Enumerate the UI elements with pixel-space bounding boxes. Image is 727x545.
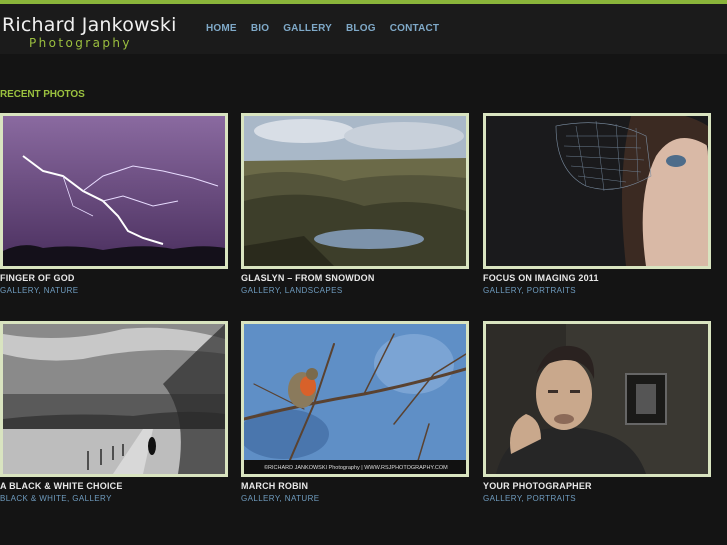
category-link[interactable]: GALLERY: [241, 286, 280, 295]
nav-bio[interactable]: BIO: [251, 23, 269, 34]
post-title[interactable]: YOUR PHOTOGRAPHER: [483, 481, 711, 491]
portrait-veil-photo: [486, 116, 708, 266]
category-link[interactable]: PORTRAITS: [527, 494, 576, 503]
post-title[interactable]: MARCH ROBIN: [241, 481, 469, 491]
category-link[interactable]: LANDSCAPES: [285, 286, 343, 295]
category-link[interactable]: PORTRAITS: [527, 286, 576, 295]
nav-gallery[interactable]: GALLERY: [283, 23, 332, 34]
post-card: A BLACK & WHITE CHOICE BLACK & WHITE, GA…: [0, 321, 228, 503]
post-title[interactable]: GLASLYN – FROM SNOWDON: [241, 273, 469, 283]
post-card: ©RICHARD JANKOWSKI Photography | WWW.RSJ…: [241, 321, 469, 503]
bw-landscape-photo: [3, 324, 225, 474]
nav-contact[interactable]: CONTACT: [390, 23, 440, 34]
post-thumbnail[interactable]: [483, 113, 711, 269]
lightning-photo: [3, 116, 225, 266]
category-link[interactable]: NATURE: [44, 286, 79, 295]
post-card: YOUR PHOTOGRAPHER GALLERY, PORTRAITS: [483, 321, 711, 503]
robin-photo: ©RICHARD JANKOWSKI Photography | WWW.RSJ…: [244, 324, 466, 474]
section-title: RECENT PHOTOS: [0, 89, 85, 100]
category-link[interactable]: NATURE: [285, 494, 320, 503]
post-card: FINGER OF GOD GALLERY, NATURE: [0, 113, 228, 295]
category-link[interactable]: BLACK & WHITE: [0, 494, 67, 503]
post-categories: GALLERY, LANDSCAPES: [241, 286, 343, 295]
post-categories: GALLERY, PORTRAITS: [483, 494, 577, 503]
post-categories: GALLERY, PORTRAITS: [483, 286, 577, 295]
post-title[interactable]: A BLACK & WHITE CHOICE: [0, 481, 228, 491]
post-card: GLASLYN – FROM SNOWDON GALLERY, LANDSCAP…: [241, 113, 469, 295]
photographer-portrait-photo: [486, 324, 708, 474]
post-thumbnail[interactable]: [483, 321, 711, 477]
post-categories: GALLERY, NATURE: [241, 494, 320, 503]
landscape-photo: [244, 116, 466, 266]
post-card: FOCUS ON IMAGING 2011 GALLERY, PORTRAITS: [483, 113, 711, 295]
post-thumbnail[interactable]: [0, 321, 228, 477]
main-nav: HOME BIO GALLERY BLOG CONTACT: [206, 23, 453, 34]
photo-watermark: ©RICHARD JANKOWSKI Photography | WWW.RSJ…: [264, 464, 448, 471]
post-title[interactable]: FOCUS ON IMAGING 2011: [483, 273, 711, 283]
category-link[interactable]: GALLERY: [483, 286, 522, 295]
nav-blog[interactable]: BLOG: [346, 23, 376, 34]
post-title[interactable]: FINGER OF GOD: [0, 273, 228, 283]
post-thumbnail[interactable]: [0, 113, 228, 269]
category-link[interactable]: GALLERY: [483, 494, 522, 503]
category-link[interactable]: GALLERY: [72, 494, 112, 503]
site-header: Richard Jankowski Photography HOME BIO G…: [0, 4, 727, 54]
post-categories: BLACK & WHITE, GALLERY: [0, 494, 112, 503]
logo-tagline: Photography: [29, 36, 132, 50]
nav-home[interactable]: HOME: [206, 23, 237, 34]
logo-name[interactable]: Richard Jankowski: [2, 14, 177, 36]
post-thumbnail[interactable]: [241, 113, 469, 269]
post-thumbnail[interactable]: ©RICHARD JANKOWSKI Photography | WWW.RSJ…: [241, 321, 469, 477]
post-categories: GALLERY, NATURE: [0, 286, 79, 295]
category-link[interactable]: GALLERY: [241, 494, 280, 503]
category-link[interactable]: GALLERY: [0, 286, 39, 295]
